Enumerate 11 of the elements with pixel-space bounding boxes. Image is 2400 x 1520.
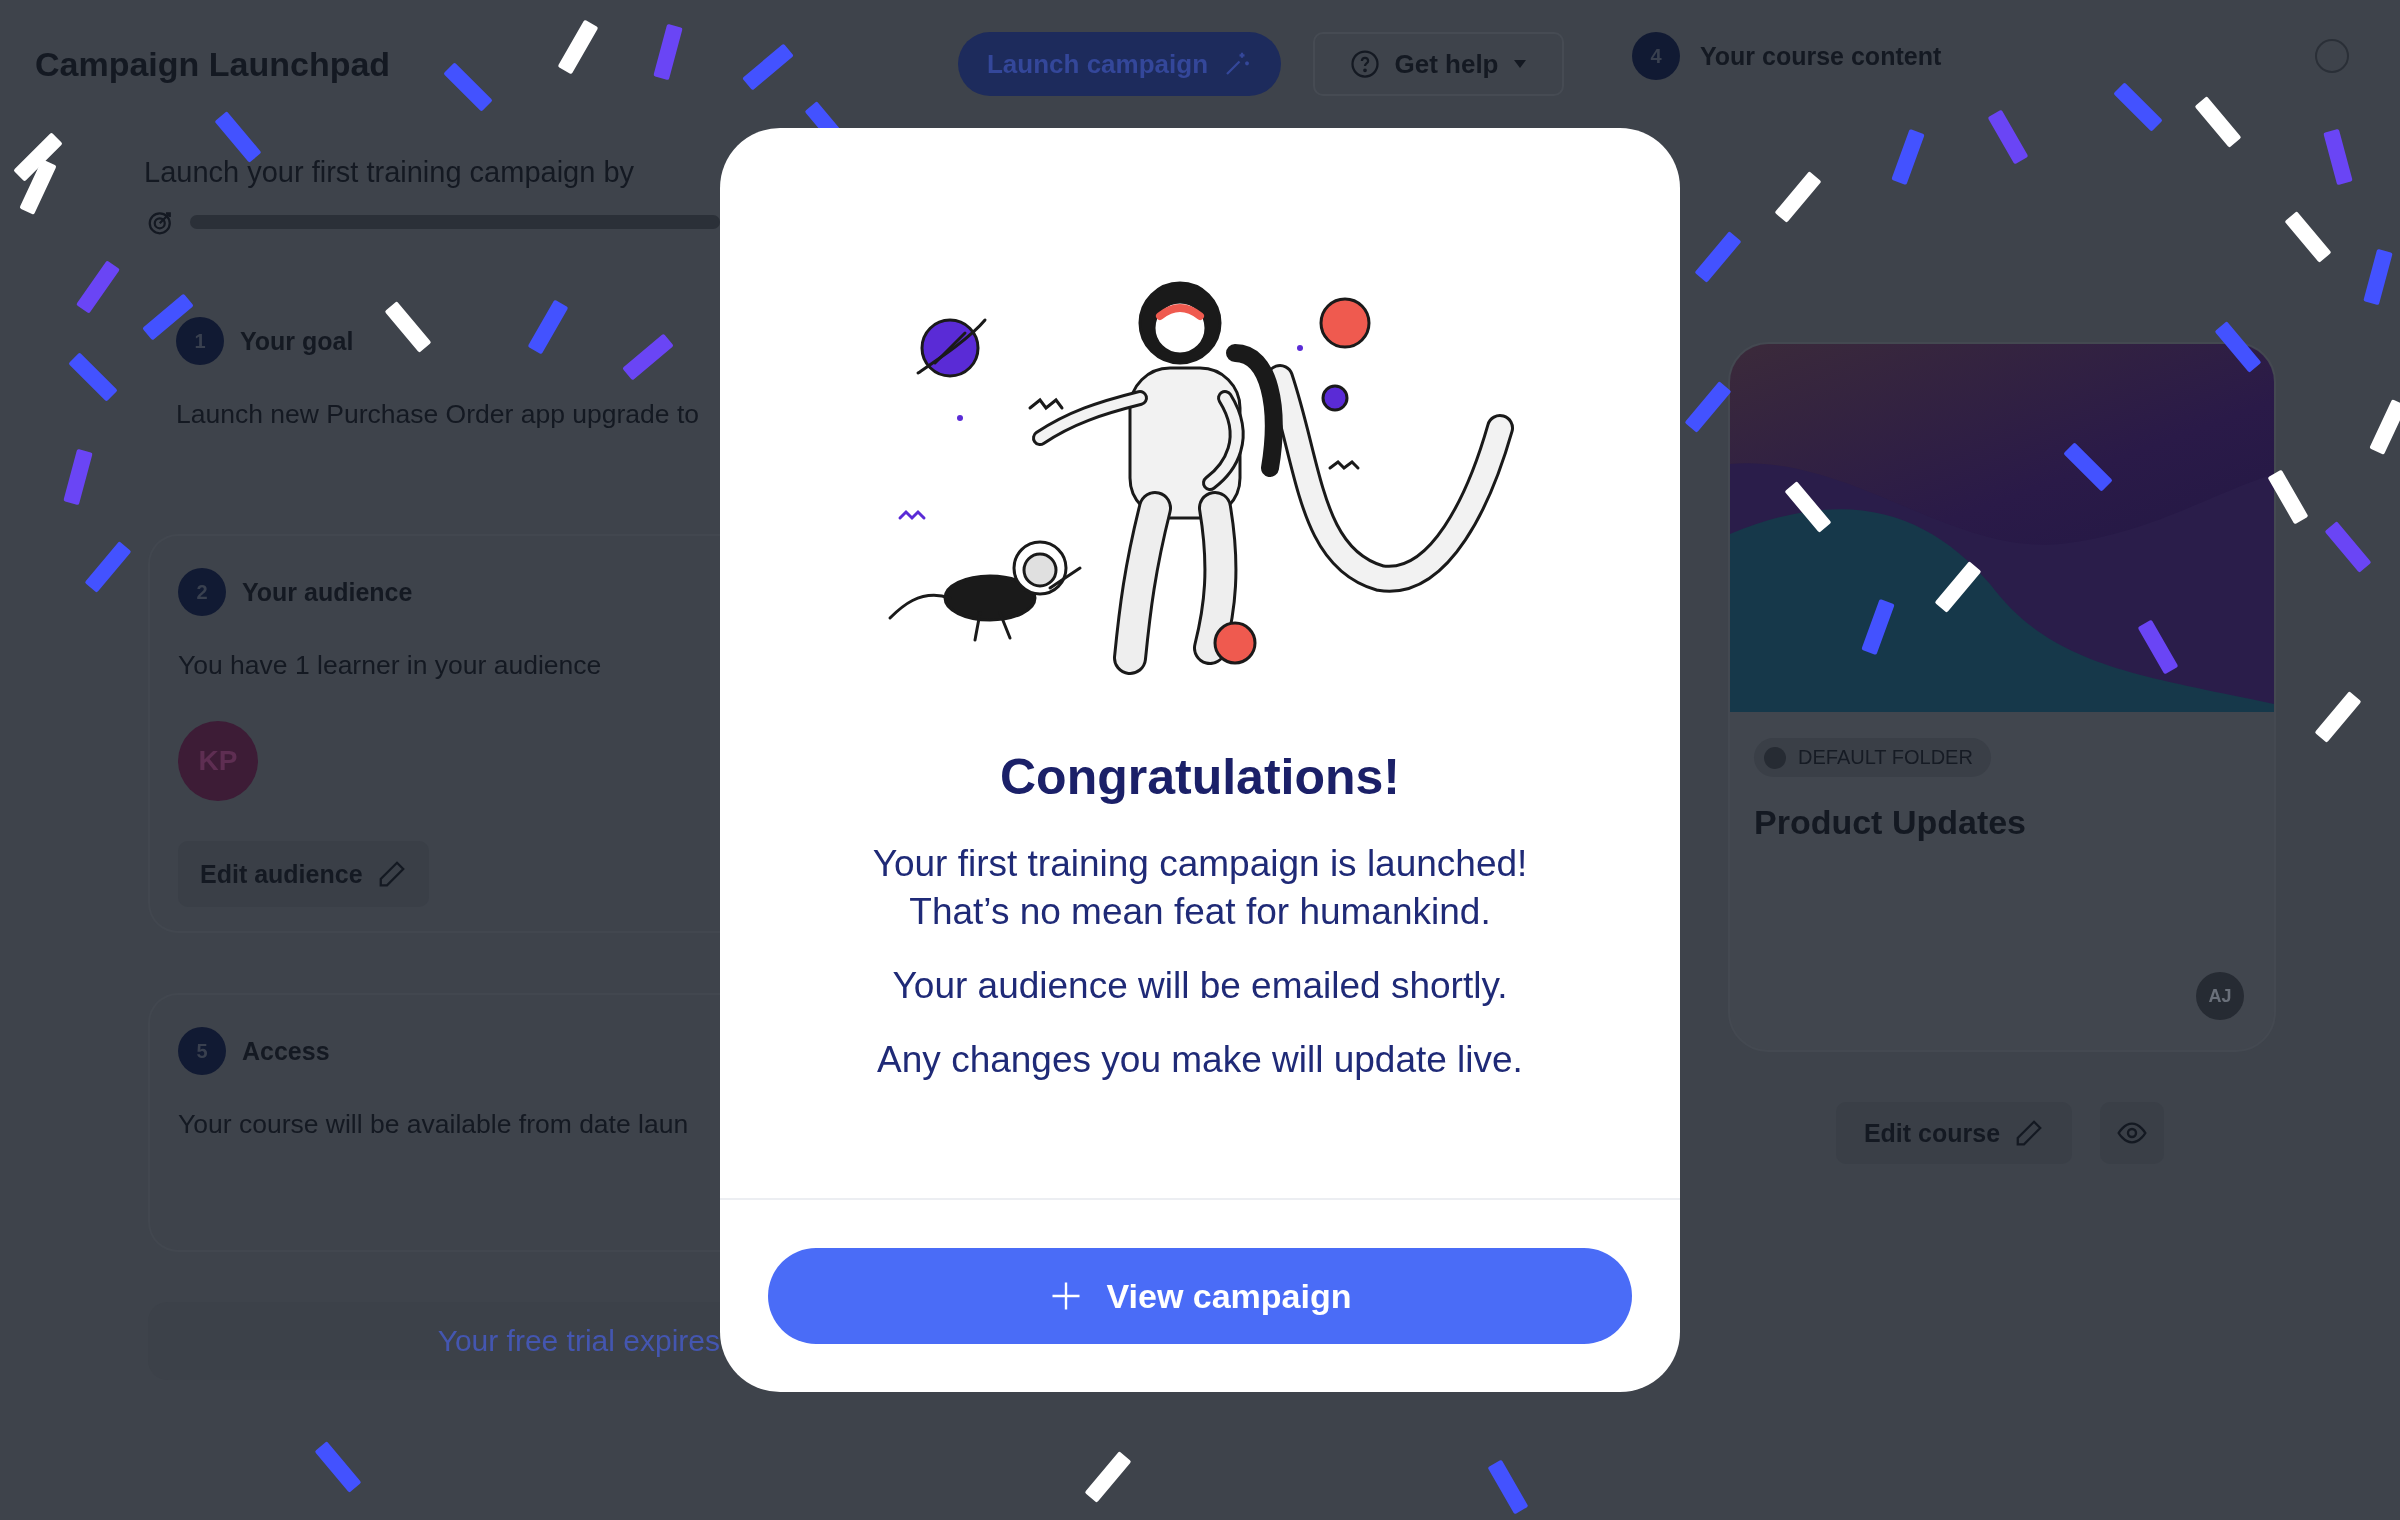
preview-button[interactable] xyxy=(2100,1102,2165,1164)
trial-text: Your free trial expires xyxy=(437,1324,720,1358)
help-icon xyxy=(1350,49,1381,79)
dialog-text: Your first training campaign is launched! That’s no mean feat for humankind. xyxy=(872,842,1528,934)
dialog-text: Any changes you make will update live. xyxy=(877,1038,1523,1082)
dialog-text: Your audience will be emailed shortly. xyxy=(892,964,1508,1008)
dialog-title: Congratulations! xyxy=(1000,748,1400,806)
launch-campaign-button[interactable]: Launch campaign xyxy=(958,32,1281,96)
avatar: AJ xyxy=(2196,972,2244,1020)
caret-icon xyxy=(1512,59,1527,69)
view-campaign-button[interactable]: View campaign xyxy=(768,1248,1632,1344)
